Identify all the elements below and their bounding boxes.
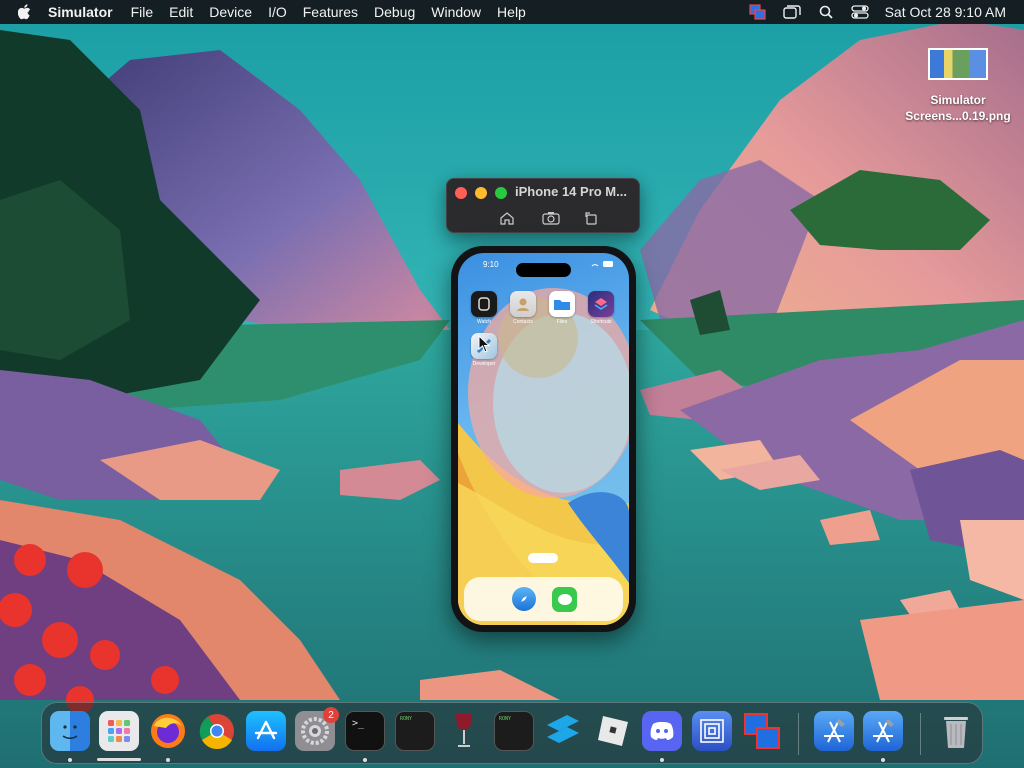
file-name-line1: Simulator [930, 93, 986, 107]
app-label: Files [556, 319, 568, 325]
control-center-icon[interactable] [843, 0, 877, 24]
console-label: RONY [499, 716, 512, 722]
status-area: Sat Oct 28 9:10 AM [741, 0, 1014, 24]
menu-bar: Simulator File Edit Device I/O Features … [0, 0, 1024, 24]
chrome-icon[interactable] [197, 711, 237, 751]
dock-separator [798, 713, 799, 755]
screen-sharing-icon[interactable] [742, 711, 782, 751]
iphone-device-frame: 9:10 Watch Contacts Files Shortcuts Deve… [451, 246, 636, 632]
trash-icon[interactable] [936, 711, 976, 751]
app-label: Developer [472, 361, 496, 367]
wine-glass-icon[interactable] [444, 711, 484, 751]
menu-device[interactable]: Device [201, 4, 260, 20]
iphone-screen[interactable]: 9:10 Watch Contacts Files Shortcuts Deve… [458, 253, 629, 625]
menu-help[interactable]: Help [489, 4, 534, 20]
mouse-cursor-icon [478, 335, 491, 353]
menu-edit[interactable]: Edit [161, 4, 201, 20]
screenshot-camera-icon[interactable] [540, 209, 562, 227]
finder-icon[interactable] [50, 711, 90, 751]
roblox-icon[interactable] [593, 711, 633, 751]
terminal-prompt: >_ [352, 718, 365, 729]
discord-icon[interactable] [642, 711, 682, 751]
desktop-file-screenshot[interactable]: Simulator Screens...0.19.png [896, 48, 1020, 124]
apple-menu-icon[interactable] [10, 4, 40, 20]
screen-share-icon[interactable] [741, 0, 775, 24]
console-label: RONY [400, 716, 413, 722]
simulator-window-toolbar: iPhone 14 Pro M... [446, 178, 640, 233]
app-label: Shortcuts [590, 319, 612, 325]
close-button[interactable] [455, 187, 467, 199]
dock: 2 >_ RONY RONY [41, 702, 983, 764]
shortcuts-icon [588, 291, 614, 317]
app-contacts[interactable]: Contacts [509, 291, 537, 325]
menu-clock[interactable]: Sat Oct 28 9:10 AM [877, 4, 1014, 20]
app-store-icon[interactable] [246, 711, 286, 751]
launchpad-icon[interactable] [99, 711, 139, 751]
running-indicator [68, 758, 72, 762]
window-switcher-icon[interactable] [775, 0, 809, 24]
running-indicator [363, 758, 367, 762]
xcode-icon[interactable] [814, 711, 854, 751]
menu-app-name[interactable]: Simulator [40, 4, 123, 20]
app-files[interactable]: Files [548, 291, 576, 325]
minimize-button[interactable] [475, 187, 487, 199]
menu-window[interactable]: Window [423, 4, 489, 20]
file-thumbnail [928, 48, 988, 80]
settings-badge: 2 [323, 707, 339, 723]
dock-separator [920, 713, 921, 755]
watch-icon [471, 291, 497, 317]
menu-file[interactable]: File [123, 4, 162, 20]
zoom-button[interactable] [495, 187, 507, 199]
phone-time: 9:10 [483, 260, 499, 269]
app-label: Watch [477, 319, 491, 325]
menu-debug[interactable]: Debug [366, 4, 423, 20]
running-indicator [881, 758, 885, 762]
simulator-window-title: iPhone 14 Pro M... [515, 184, 627, 199]
dynamic-island [516, 263, 571, 277]
rotate-icon[interactable] [580, 209, 602, 227]
launch-progress-bar [97, 758, 141, 761]
running-indicator [660, 758, 664, 762]
running-indicator [166, 758, 170, 762]
safari-compass-icon[interactable] [512, 587, 536, 611]
menu-features[interactable]: Features [295, 4, 366, 20]
app-label: Contacts [513, 319, 533, 325]
phone-dock [464, 577, 623, 621]
signal-battery-icon [590, 260, 616, 270]
menu-io[interactable]: I/O [260, 4, 295, 20]
console-log-icon-2[interactable]: RONY [494, 711, 534, 751]
concentric-squares-icon[interactable] [692, 711, 732, 751]
status-bar: 9:10 [458, 259, 629, 277]
contacts-icon [510, 291, 536, 317]
messages-bubble-icon[interactable] [552, 587, 577, 612]
firefox-icon[interactable] [148, 711, 188, 751]
console-log-icon[interactable]: RONY [395, 711, 435, 751]
app-shortcuts[interactable]: Shortcuts [587, 291, 615, 325]
terminal-icon[interactable]: >_ [345, 711, 385, 751]
stack-blocks-icon[interactable] [543, 711, 583, 751]
files-folder-icon [549, 291, 575, 317]
xcode-icon-2[interactable] [863, 711, 903, 751]
app-watch[interactable]: Watch [470, 291, 498, 325]
file-name-line2: Screens...0.19.png [905, 109, 1011, 123]
home-icon[interactable] [496, 209, 518, 227]
system-settings-icon[interactable]: 2 [295, 707, 339, 751]
search-icon[interactable] [809, 0, 843, 24]
